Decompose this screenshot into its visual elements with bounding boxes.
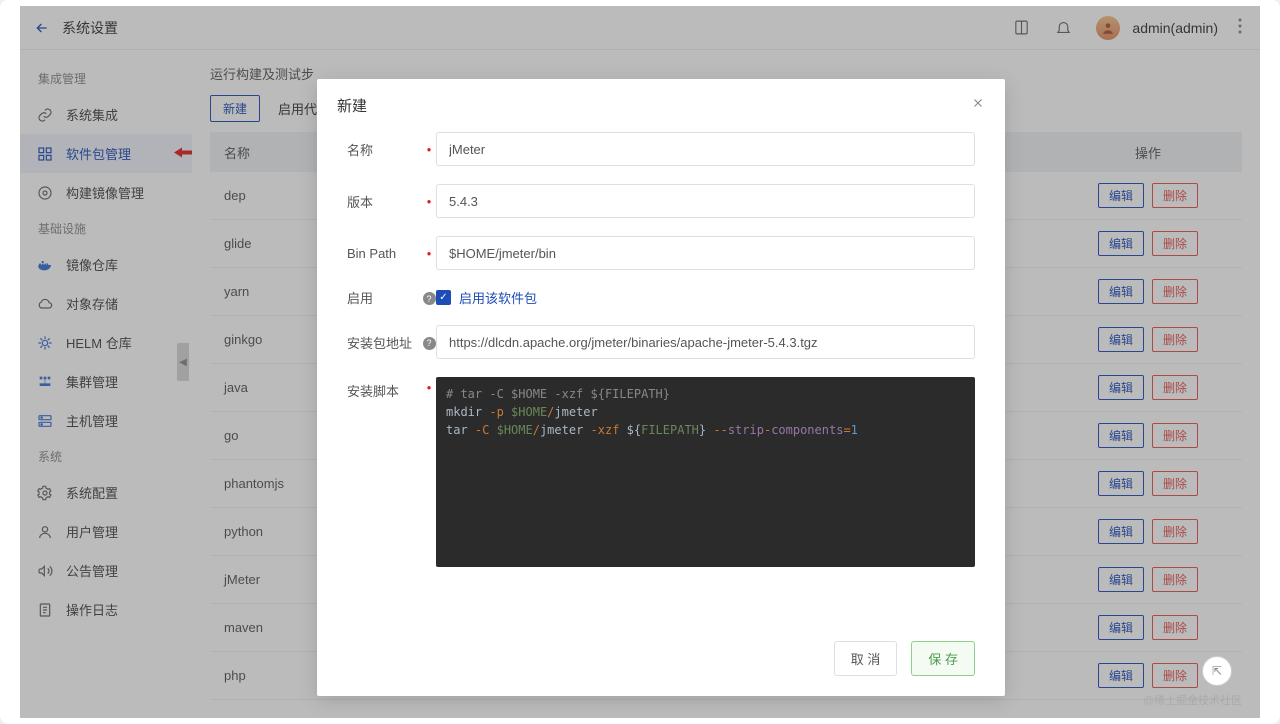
required-dot: ●	[422, 145, 436, 154]
enable-checkbox[interactable]: ✓	[436, 290, 451, 305]
label-script: 安装脚本	[347, 377, 422, 400]
label-version: 版本	[347, 192, 422, 211]
watermark: @稀土掘金技术社区	[1143, 692, 1242, 708]
modal-title: 新建	[337, 95, 367, 116]
required-dot: ●	[422, 197, 436, 206]
info-icon: ?	[422, 334, 436, 350]
required-dot: ●	[422, 249, 436, 258]
new-package-modal: 新建 名称 ● 版本 ● Bin Path ● 启用	[317, 79, 1005, 696]
checkbox-label: 启用该软件包	[459, 288, 537, 307]
info-icon: ?	[422, 290, 436, 306]
install-script-editor[interactable]: # tar -C $HOME -xzf ${FILEPATH} mkdir -p…	[436, 377, 975, 567]
name-input[interactable]	[436, 132, 975, 166]
label-binpath: Bin Path	[347, 246, 422, 261]
scroll-top-button[interactable]: ⇱	[1202, 656, 1232, 686]
save-button[interactable]: 保 存	[911, 641, 975, 676]
version-input[interactable]	[436, 184, 975, 218]
required-dot: ●	[422, 377, 436, 392]
label-pkg-url: 安装包地址	[347, 333, 422, 352]
close-icon[interactable]	[971, 96, 985, 115]
binpath-input[interactable]	[436, 236, 975, 270]
cancel-button[interactable]: 取 消	[834, 641, 898, 676]
label-enable: 启用	[347, 288, 422, 307]
label-name: 名称	[347, 140, 422, 159]
pkg-url-input[interactable]	[436, 325, 975, 359]
